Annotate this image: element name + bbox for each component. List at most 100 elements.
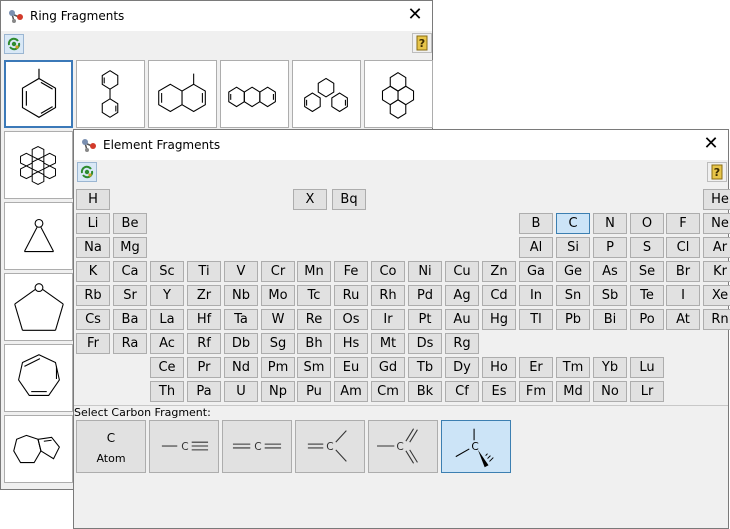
element-button-Pr[interactable]: Pr [187, 357, 221, 378]
element-button-Bi[interactable]: Bi [593, 309, 627, 330]
element-button-Ar[interactable]: Ar [703, 237, 730, 258]
element-button-Sg[interactable]: Sg [261, 333, 295, 354]
element-button-Br[interactable]: Br [666, 261, 700, 282]
ring-fragment-biphenyl[interactable] [76, 60, 145, 128]
element-button-Be[interactable]: Be [113, 213, 147, 234]
element-button-X[interactable]: X [293, 189, 327, 210]
element-button-Am[interactable]: Am [334, 381, 368, 402]
element-button-Te[interactable]: Te [630, 285, 664, 306]
element-button-Tm[interactable]: Tm [556, 357, 590, 378]
close-button[interactable]: ✕ [406, 6, 424, 24]
element-button-In[interactable]: In [519, 285, 553, 306]
ring-fragment-phenanthrene[interactable] [292, 60, 361, 128]
ring-fragment-methylnaphthalene[interactable] [148, 60, 217, 128]
element-button-Co[interactable]: Co [371, 261, 405, 282]
ring-fragment-tetrahydrofuran[interactable] [4, 273, 73, 341]
element-button-Rn[interactable]: Rn [703, 309, 730, 330]
element-button-Nb[interactable]: Nb [224, 285, 258, 306]
ring-fragment-coronene[interactable] [4, 131, 73, 199]
ring-fragment-toluene[interactable] [4, 60, 73, 128]
element-button-Eu[interactable]: Eu [334, 357, 368, 378]
element-button-P[interactable]: P [593, 237, 627, 258]
ring-fragment-anthracene[interactable] [220, 60, 289, 128]
element-button-Mg[interactable]: Mg [113, 237, 147, 258]
element-button-Bk[interactable]: Bk [408, 381, 442, 402]
element-button-Ir[interactable]: Ir [371, 309, 405, 330]
element-button-K[interactable]: K [76, 261, 110, 282]
element-button-Hf[interactable]: Hf [187, 309, 221, 330]
element-button-Ga[interactable]: Ga [519, 261, 553, 282]
element-button-Yb[interactable]: Yb [593, 357, 627, 378]
element-button-Tc[interactable]: Tc [297, 285, 331, 306]
element-button-Fm[interactable]: Fm [519, 381, 553, 402]
element-button-Xe[interactable]: Xe [703, 285, 730, 306]
element-button-Pt[interactable]: Pt [408, 309, 442, 330]
element-button-Kr[interactable]: Kr [703, 261, 730, 282]
element-button-Sc[interactable]: Sc [150, 261, 184, 282]
element-button-Hs[interactable]: Hs [334, 333, 368, 354]
element-button-Ba[interactable]: Ba [113, 309, 147, 330]
element-button-Ag[interactable]: Ag [445, 285, 479, 306]
element-button-Rg[interactable]: Rg [445, 333, 479, 354]
element-button-Sr[interactable]: Sr [113, 285, 147, 306]
element-button-Bh[interactable]: Bh [297, 333, 331, 354]
element-button-Cs[interactable]: Cs [76, 309, 110, 330]
element-button-La[interactable]: La [150, 309, 184, 330]
element-button-Ge[interactable]: Ge [556, 261, 590, 282]
carbon-fragment-tetrahedral[interactable]: C [441, 420, 511, 473]
element-button-O[interactable]: O [630, 213, 664, 234]
element-button-Ni[interactable]: Ni [408, 261, 442, 282]
ring-fragment-pyrene[interactable] [364, 60, 433, 128]
element-button-Ru[interactable]: Ru [334, 285, 368, 306]
element-button-Fr[interactable]: Fr [76, 333, 110, 354]
element-button-Ac[interactable]: Ac [150, 333, 184, 354]
element-button-Cr[interactable]: Cr [261, 261, 295, 282]
element-button-Ce[interactable]: Ce [150, 357, 184, 378]
element-button-Ca[interactable]: Ca [113, 261, 147, 282]
element-button-Rb[interactable]: Rb [76, 285, 110, 306]
element-button-C[interactable]: C [556, 213, 590, 234]
element-button-Cd[interactable]: Cd [482, 285, 516, 306]
element-button-Zn[interactable]: Zn [482, 261, 516, 282]
element-button-Fe[interactable]: Fe [334, 261, 368, 282]
element-button-Md[interactable]: Md [556, 381, 590, 402]
element-button-Au[interactable]: Au [445, 309, 479, 330]
element-button-V[interactable]: V [224, 261, 258, 282]
element-button-Al[interactable]: Al [519, 237, 553, 258]
element-button-At[interactable]: At [666, 309, 700, 330]
element-button-Na[interactable]: Na [76, 237, 110, 258]
element-button-Pb[interactable]: Pb [556, 309, 590, 330]
element-button-Sn[interactable]: Sn [556, 285, 590, 306]
element-button-Li[interactable]: Li [76, 213, 110, 234]
element-button-Pm[interactable]: Pm [261, 357, 295, 378]
element-button-Pu[interactable]: Pu [297, 381, 331, 402]
element-button-Zr[interactable]: Zr [187, 285, 221, 306]
element-button-Ho[interactable]: Ho [482, 357, 516, 378]
element-button-Nd[interactable]: Nd [224, 357, 258, 378]
element-button-Cl[interactable]: Cl [666, 237, 700, 258]
ring-fragment-oxirane[interactable] [4, 202, 73, 270]
element-button-Po[interactable]: Po [630, 309, 664, 330]
element-button-Gd[interactable]: Gd [371, 357, 405, 378]
element-button-Rh[interactable]: Rh [371, 285, 405, 306]
element-button-N[interactable]: N [593, 213, 627, 234]
element-button-As[interactable]: As [593, 261, 627, 282]
element-button-I[interactable]: I [666, 285, 700, 306]
element-button-Sb[interactable]: Sb [593, 285, 627, 306]
element-button-F[interactable]: F [666, 213, 700, 234]
element-button-S[interactable]: S [630, 237, 664, 258]
element-button-Dy[interactable]: Dy [445, 357, 479, 378]
element-button-Ta[interactable]: Ta [224, 309, 258, 330]
close-button[interactable]: ✕ [702, 135, 720, 153]
element-button-Mn[interactable]: Mn [297, 261, 331, 282]
element-button-Bq[interactable]: Bq [332, 189, 366, 210]
element-button-Tl[interactable]: Tl [519, 309, 553, 330]
element-button-Ti[interactable]: Ti [187, 261, 221, 282]
carbon-fragment-trigonal[interactable]: C [368, 420, 438, 473]
element-button-Np[interactable]: Np [261, 381, 295, 402]
element-button-Tb[interactable]: Tb [408, 357, 442, 378]
carbon-fragment-triple-bond[interactable]: C [149, 420, 219, 473]
element-button-Ds[interactable]: Ds [408, 333, 442, 354]
carbon-fragment-allene[interactable]: C [222, 420, 292, 473]
element-button-Re[interactable]: Re [297, 309, 331, 330]
